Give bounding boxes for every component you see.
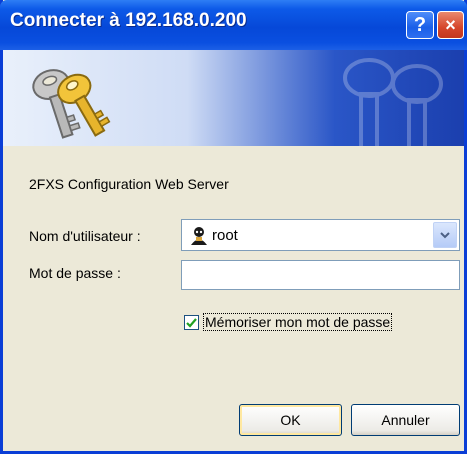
username-label: Nom d'utilisateur : bbox=[29, 228, 141, 244]
dropdown-button[interactable] bbox=[433, 222, 457, 248]
password-label: Mot de passe : bbox=[29, 265, 121, 281]
help-button[interactable]: ? bbox=[406, 11, 434, 39]
dialog-banner bbox=[3, 50, 464, 146]
login-dialog: Connecter à 192.168.0.200 ? × 2FXS Confi… bbox=[0, 0, 467, 454]
password-field[interactable] bbox=[181, 260, 460, 290]
dialog-body: 2FXS Configuration Web Server Nom d'util… bbox=[3, 146, 464, 451]
username-value: root bbox=[212, 227, 238, 244]
remember-label[interactable]: Mémoriser mon mot de passe bbox=[203, 313, 393, 331]
close-icon: × bbox=[445, 14, 456, 35]
server-message: 2FXS Configuration Web Server bbox=[29, 176, 229, 192]
remember-checkbox[interactable] bbox=[184, 315, 199, 330]
cancel-button[interactable]: Annuler bbox=[351, 404, 460, 436]
username-combobox[interactable]: root bbox=[181, 219, 460, 251]
chevron-down-icon bbox=[440, 232, 450, 239]
keys-icon bbox=[32, 69, 111, 139]
checkmark-icon bbox=[186, 317, 197, 328]
close-button[interactable]: × bbox=[437, 11, 464, 39]
help-icon: ? bbox=[413, 13, 427, 36]
keys-watermark-icon bbox=[343, 58, 443, 146]
title-bar[interactable]: Connecter à 192.168.0.200 ? × bbox=[0, 0, 467, 50]
ok-button[interactable]: OK bbox=[239, 404, 342, 436]
window-title: Connecter à 192.168.0.200 bbox=[10, 10, 247, 31]
user-icon bbox=[191, 227, 207, 245]
